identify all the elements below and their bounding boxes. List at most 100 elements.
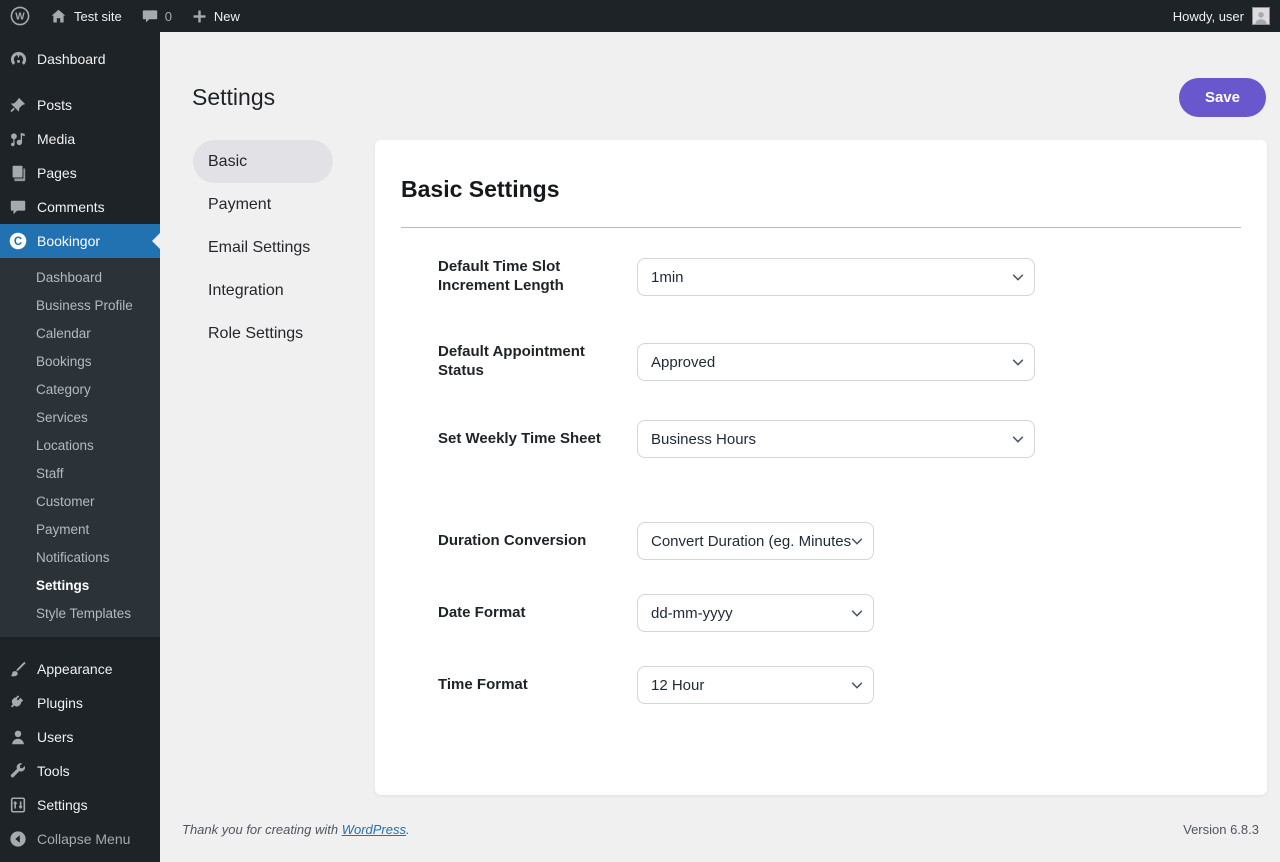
comments-count: 0 (165, 9, 172, 24)
user-avatar (1252, 7, 1270, 25)
tab-integration[interactable]: Integration (193, 269, 333, 312)
time-slot-increment-select[interactable]: 1min (637, 258, 1035, 296)
brush-icon (8, 659, 28, 679)
admin-bar: W Test site 0 (0, 0, 1280, 32)
sidebar-item-dashboard[interactable]: Dashboard (0, 42, 160, 76)
field-row-time-format: Time Format 12 Hour (438, 666, 1241, 704)
field-row-time-slot: Default Time Slot Increment Length 1min (438, 258, 1241, 296)
bookingor-logo-icon: C (8, 231, 28, 251)
howdy-label: Howdy, user (1173, 9, 1244, 24)
panel-heading: Basic Settings (401, 176, 1241, 203)
field-label: Set Weekly Time Sheet (438, 430, 637, 449)
tab-payment[interactable]: Payment (193, 183, 333, 226)
new-content-menu[interactable]: New (182, 0, 250, 32)
appointment-status-select[interactable]: Approved (637, 343, 1035, 381)
media-icon (8, 129, 28, 149)
field-row-appointment-status: Default Appointment Status Approved (438, 343, 1241, 381)
panel-divider (401, 227, 1241, 228)
site-name-menu[interactable]: Test site (40, 0, 132, 32)
date-format-select[interactable]: dd-mm-yyyy (637, 594, 874, 632)
bookingor-submenu: Dashboard Business Profile Calendar Book… (0, 258, 160, 637)
sidebar-item-label: Tools (37, 763, 70, 779)
wordpress-logo-icon: W (10, 6, 30, 26)
comments-menu[interactable]: 0 (132, 0, 182, 32)
footer-thanks: Thank you for creating with WordPress. (182, 822, 410, 837)
sidebar-item-label: Comments (37, 199, 105, 215)
collapse-arrow-icon (8, 829, 28, 849)
submenu-item-payment[interactable]: Payment (0, 516, 160, 544)
duration-conversion-select[interactable]: Convert Duration (eg. Minutes (637, 522, 874, 560)
submenu-item-category[interactable]: Category (0, 376, 160, 404)
wordpress-logo-menu[interactable]: W (0, 0, 40, 32)
submenu-item-services[interactable]: Services (0, 404, 160, 432)
submenu-item-notifications[interactable]: Notifications (0, 544, 160, 572)
field-label: Time Format (438, 676, 637, 695)
submenu-item-calendar[interactable]: Calendar (0, 320, 160, 348)
wordpress-link[interactable]: WordPress (342, 822, 406, 837)
weekly-time-sheet-select[interactable]: Business Hours (637, 420, 1035, 458)
admin-bar-left: W Test site 0 (0, 0, 250, 32)
tab-role-settings[interactable]: Role Settings (193, 312, 333, 355)
sidebar-item-label: Bookingor (37, 233, 100, 249)
new-label: New (214, 9, 240, 24)
account-menu[interactable]: Howdy, user (1173, 7, 1280, 25)
sidebar-item-posts[interactable]: Posts (0, 88, 160, 122)
submenu-item-style-templates[interactable]: Style Templates (0, 600, 160, 628)
save-button[interactable]: Save (1179, 78, 1266, 117)
tab-basic[interactable]: Basic (193, 140, 333, 183)
site-name-label: Test site (74, 9, 122, 24)
main-content: Settings Save Basic Payment Email Settin… (160, 0, 1280, 837)
sidebar-item-label: Appearance (37, 661, 113, 677)
field-row-date-format: Date Format dd-mm-yyyy (438, 594, 1241, 632)
comment-bubble-icon (142, 8, 158, 24)
sidebar-item-label: Pages (37, 165, 77, 181)
sidebar-item-users[interactable]: Users (0, 720, 160, 754)
basic-settings-panel: Basic Settings Default Time Slot Increme… (375, 140, 1267, 795)
field-label: Default Time Slot Increment Length (438, 258, 637, 296)
sidebar-bottom-group: Appearance Plugins Users (0, 652, 160, 856)
submenu-item-settings[interactable]: Settings (0, 572, 160, 600)
sidebar-item-settings[interactable]: Settings (0, 788, 160, 822)
menu-separator (0, 76, 160, 88)
svg-text:C: C (14, 236, 22, 248)
sidebar-item-bookingor[interactable]: C Bookingor (0, 224, 160, 258)
submenu-item-business-profile[interactable]: Business Profile (0, 292, 160, 320)
pages-icon (8, 163, 28, 183)
sidebar-item-tools[interactable]: Tools (0, 754, 160, 788)
tab-email-settings[interactable]: Email Settings (193, 226, 333, 269)
admin-footer: Thank you for creating with WordPress. V… (160, 795, 1280, 837)
time-format-select[interactable]: 12 Hour (637, 666, 874, 704)
wrench-icon (8, 761, 28, 781)
settings-layout: Basic Payment Email Settings Integration… (160, 132, 1280, 795)
svg-text:W: W (15, 12, 25, 23)
sidebar-item-appearance[interactable]: Appearance (0, 652, 160, 686)
sidebar-item-pages[interactable]: Pages (0, 156, 160, 190)
field-row-weekly-time-sheet: Set Weekly Time Sheet Business Hours (438, 420, 1241, 458)
sidebar-item-media[interactable]: Media (0, 122, 160, 156)
sidebar-item-label: Plugins (37, 695, 83, 711)
field-row-duration-conversion: Duration Conversion Convert Duration (eg… (438, 522, 1241, 560)
submenu-item-bookings[interactable]: Bookings (0, 348, 160, 376)
page-header: Settings Save (160, 32, 1280, 132)
comments-icon (8, 197, 28, 217)
submenu-item-staff[interactable]: Staff (0, 460, 160, 488)
page-title: Settings (192, 84, 275, 111)
sidebar-item-comments[interactable]: Comments (0, 190, 160, 224)
admin-sidebar: Dashboard Posts Media Pages (0, 32, 160, 862)
submenu-item-customer[interactable]: Customer (0, 488, 160, 516)
sidebar-item-label: Posts (37, 97, 72, 113)
user-icon (8, 727, 28, 747)
field-label: Duration Conversion (438, 532, 637, 551)
submenu-item-locations[interactable]: Locations (0, 432, 160, 460)
settings-form: Default Time Slot Increment Length 1min … (401, 258, 1241, 704)
field-label: Default Appointment Status (438, 343, 637, 381)
pushpin-icon (8, 95, 28, 115)
footer-version: Version 6.8.3 (1183, 822, 1259, 837)
sidebar-item-label: Users (37, 729, 74, 745)
field-label: Date Format (438, 604, 637, 623)
collapse-menu-button[interactable]: Collapse Menu (0, 822, 160, 856)
submenu-item-dashboard[interactable]: Dashboard (0, 264, 160, 292)
sidebar-item-plugins[interactable]: Plugins (0, 686, 160, 720)
plug-icon (8, 693, 28, 713)
sidebar-item-label: Media (37, 131, 75, 147)
